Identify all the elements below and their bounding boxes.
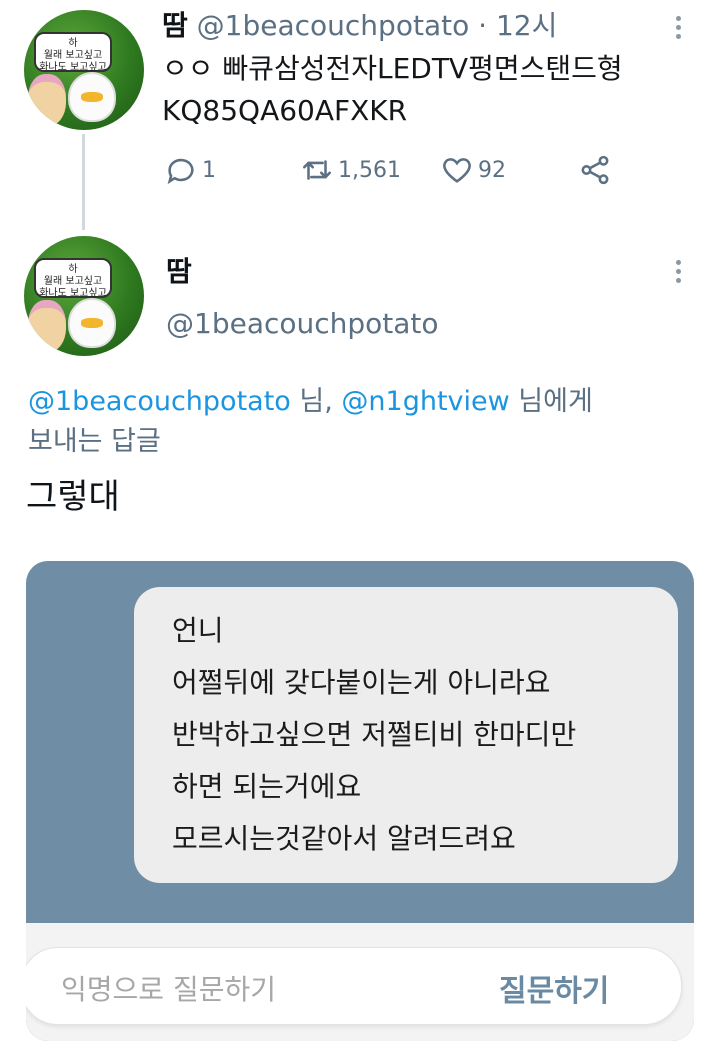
question-text: 언니 어쩔뒤에 갖다붙이는게 아니라요 반박하고싶으면 저쩔티비 한마디만 하면…: [172, 605, 576, 865]
heart-icon: [443, 158, 471, 183]
share-nodes-icon: [581, 155, 609, 185]
question-line: 모르시는것같아서 알려드려요: [172, 822, 516, 855]
avatar[interactable]: 하 월래 보고싶고 화나도 보고싶고: [24, 10, 144, 130]
speech-bubble-icon: [167, 158, 194, 185]
tweet-text-line: KQ85QA60AFXKR: [162, 94, 408, 127]
vertical-dots-icon[interactable]: [674, 12, 682, 48]
avatar-girl-figure: [28, 74, 66, 126]
input-placeholder: 익명으로 질문하기: [61, 973, 276, 1006]
separator-dot: ·: [478, 9, 488, 42]
reply-button[interactable]: 1: [164, 152, 216, 188]
user-handle[interactable]: @1beacouchpotato: [197, 9, 470, 42]
anonymous-question-input[interactable]: 익명으로 질문하기 질문하기: [26, 947, 682, 1025]
retweet-count: 1,561: [338, 157, 401, 183]
display-name[interactable]: 땀: [162, 9, 188, 42]
mention-link[interactable]: @n1ghtview: [341, 386, 509, 417]
question-line: 어쩔뒤에 갖다붙이는게 아니라요: [172, 666, 551, 699]
like-button[interactable]: 92: [440, 152, 506, 188]
share-button[interactable]: [578, 152, 612, 188]
tweet-timestamp[interactable]: 12시: [496, 9, 557, 42]
reply-context: @1beacouchpotato 님, @n1ghtview 님에게 보내는 답…: [28, 386, 593, 457]
retweet-arrows-icon: [302, 160, 332, 180]
ask-question-button[interactable]: 질문하기: [499, 966, 609, 1010]
vertical-dots-icon[interactable]: [674, 256, 682, 292]
tweet-text-line: ㅇㅇ 빠큐삼성전자LEDTV평면스탠드형: [162, 52, 623, 85]
question-line: 하면 되는거에요: [172, 770, 362, 803]
mention-link[interactable]: @1beacouchpotato: [28, 386, 291, 417]
retweet-button[interactable]: 1,561: [300, 152, 401, 188]
avatar[interactable]: 하 월래 보고싶고 화나도 보고싶고: [24, 236, 144, 356]
user-handle[interactable]: @1beacouchpotato: [166, 304, 439, 344]
avatar-chick-figure: [68, 298, 116, 348]
avatar-girl-figure: [28, 300, 66, 352]
question-line: 언니: [172, 614, 224, 647]
avatar-chick-figure: [68, 72, 116, 122]
avatar-speech-bubble: 하 월래 보고싶고 화나도 보고싶고: [34, 258, 112, 299]
like-count: 92: [478, 157, 506, 183]
reply-count: 1: [202, 157, 216, 183]
attached-question-card[interactable]: 언니 어쩔뒤에 갖다붙이는게 아니라요 반박하고싶으면 저쩔티비 한마디만 하면…: [26, 561, 694, 1041]
question-line: 반박하고싶으면 저쩔티비 한마디만: [172, 718, 577, 751]
tweet-text: ㅇㅇ 빠큐삼성전자LEDTV평면스탠드형 KQ85QA60AFXKR: [162, 48, 623, 132]
thread-connector-line: [82, 134, 85, 230]
tweet-header: 땀 @1beacouchpotato · 12시: [162, 6, 557, 46]
tweet-text: 그렇대: [26, 477, 120, 517]
avatar-speech-bubble: 하 월래 보고싶고 화나도 보고싶고: [34, 32, 112, 73]
question-input-area: 익명으로 질문하기 질문하기: [26, 923, 694, 1041]
display-name[interactable]: 땀: [166, 252, 192, 292]
